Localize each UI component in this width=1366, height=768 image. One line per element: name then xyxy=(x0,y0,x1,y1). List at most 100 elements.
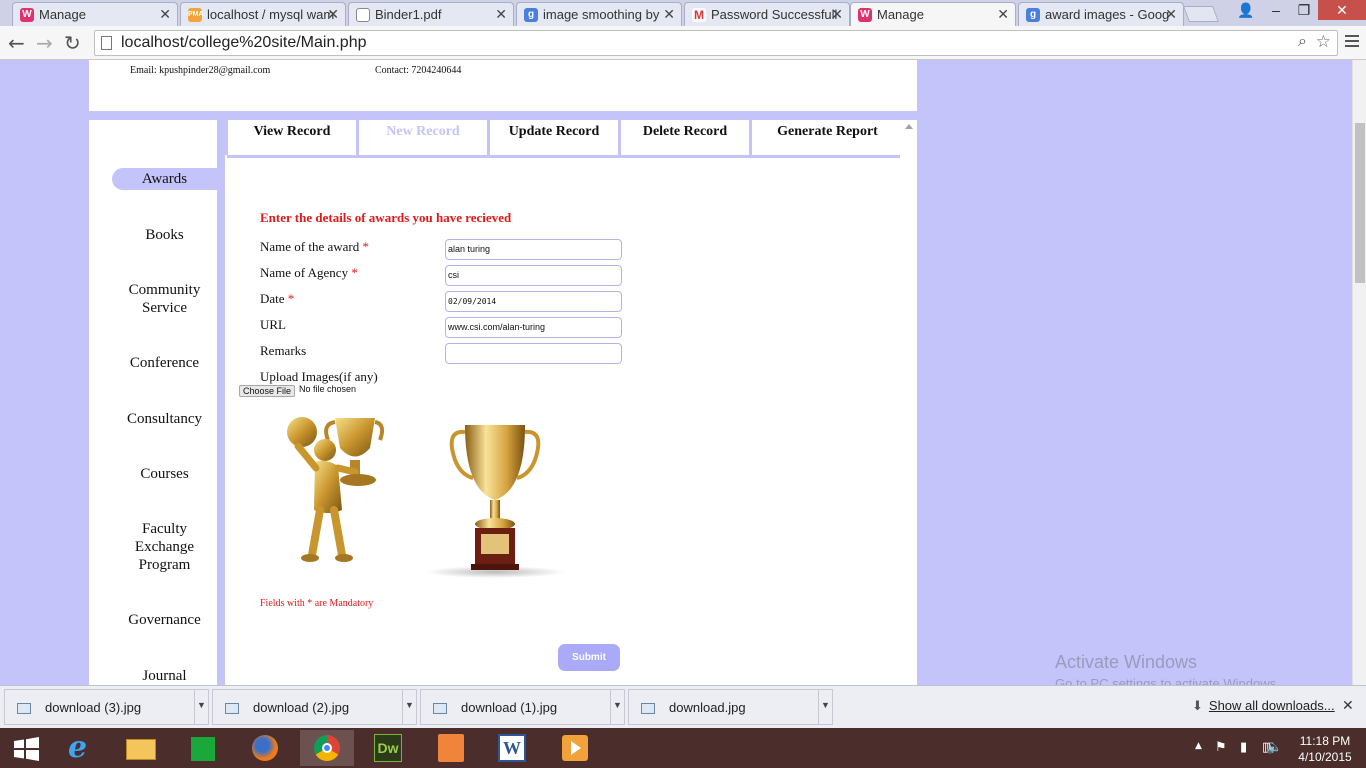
minimize-button[interactable]: – xyxy=(1262,0,1290,20)
email-text: Email: kpushpinder28@gmail.com xyxy=(130,65,271,76)
award-name-input[interactable]: alan turing xyxy=(445,239,622,260)
close-icon[interactable]: ✕ xyxy=(831,6,843,23)
document-icon xyxy=(356,8,370,22)
phpmyadmin-icon: PMA xyxy=(188,8,204,22)
close-icon[interactable]: ✕ xyxy=(997,6,1009,23)
download-item[interactable]: download (3).jpg ▼ xyxy=(4,689,209,725)
chevron-up-icon[interactable]: ▲ xyxy=(1195,741,1202,751)
internet-explorer-icon[interactable]: e xyxy=(56,730,110,766)
sidebar-item-conference[interactable]: Conference xyxy=(112,354,217,372)
download-item[interactable]: download.jpg ▼ xyxy=(628,689,833,725)
trophy-figure-image xyxy=(287,417,385,562)
system-clock[interactable]: 11:18 PM 4/10/2015 xyxy=(1290,733,1360,765)
chevron-down-icon[interactable]: ▼ xyxy=(610,690,624,724)
image-file-icon xyxy=(17,703,31,714)
frame-scrollbar[interactable] xyxy=(901,120,917,685)
sidebar-item-faculty-exchange-program[interactable]: Faculty Exchange Program xyxy=(112,520,217,574)
image-file-icon xyxy=(225,703,239,714)
page-icon xyxy=(101,36,112,50)
dreamweaver-icon[interactable]: Dw xyxy=(362,730,416,766)
sidebar-item-courses[interactable]: Courses xyxy=(112,465,217,483)
close-icon[interactable]: ✕ xyxy=(1342,697,1354,714)
user-icon[interactable]: 👤 xyxy=(1232,0,1260,20)
firefox-icon[interactable] xyxy=(238,730,292,766)
forward-arrow-icon[interactable]: → xyxy=(36,32,53,54)
tab-phpmyadmin[interactable]: PMA localhost / mysql wam ✕ xyxy=(180,2,346,26)
word-icon[interactable]: W xyxy=(486,730,540,766)
nav-divider xyxy=(227,155,900,158)
tab-image-smoothing[interactable]: g image smoothing by ✕ xyxy=(516,2,682,26)
no-file-text: No file chosen xyxy=(299,384,357,394)
tab-award-images[interactable]: g award images - Goog ✕ xyxy=(1018,2,1184,26)
tab-binder-pdf[interactable]: Binder1.pdf ✕ xyxy=(348,2,514,26)
download-item[interactable]: download (2).jpg ▼ xyxy=(212,689,417,725)
windows-taskbar: e Dw W ▲ ⚑ ▮ ▥ 🔈 11:18 PM 4/10/2015 xyxy=(0,728,1366,768)
show-all-downloads-link[interactable]: ⬇ Show all downloads... xyxy=(1192,698,1335,714)
scroll-up-icon[interactable] xyxy=(905,124,913,129)
sidebar-item-governance[interactable]: Governance xyxy=(112,611,217,629)
close-icon[interactable]: ✕ xyxy=(327,6,339,23)
agency-input[interactable]: csi xyxy=(445,265,622,286)
tab-generate-report[interactable]: Generate Report xyxy=(749,120,903,155)
submit-button[interactable]: Submit xyxy=(558,644,620,671)
sidebar-item-books[interactable]: Books xyxy=(112,226,217,244)
close-icon[interactable]: ✕ xyxy=(663,6,675,23)
close-window-button[interactable]: ✕ xyxy=(1318,0,1366,20)
tab-new-record: New Record xyxy=(356,120,490,155)
remarks-input[interactable] xyxy=(445,343,622,364)
sidebar-item-journal[interactable]: Journal xyxy=(112,667,217,685)
google-icon: g xyxy=(1026,8,1040,22)
flag-icon[interactable]: ⚑ xyxy=(1215,740,1227,755)
chevron-down-icon[interactable]: ▼ xyxy=(194,690,208,724)
tab-delete-record[interactable]: Delete Record xyxy=(618,120,752,155)
page-viewport: Email: kpushpinder28@gmail.com Contact: … xyxy=(0,60,1352,685)
tab-gmail[interactable]: M Password Successfull ✕ xyxy=(684,2,850,26)
bookmark-star-icon[interactable]: ☆ xyxy=(1316,32,1331,52)
tab-update-record[interactable]: Update Record xyxy=(487,120,621,155)
address-bar[interactable]: localhost/college%20site/Main.php ⌕ ☆ xyxy=(94,30,1338,56)
reload-icon[interactable]: ↻ xyxy=(64,32,81,54)
download-filename: download.jpg xyxy=(669,700,746,715)
close-icon[interactable]: ✕ xyxy=(159,6,171,23)
tab-manage-active[interactable]: W Manage ✕ xyxy=(850,2,1016,26)
url-input[interactable]: www.csi.com/alan-turing xyxy=(445,317,622,338)
chevron-down-icon[interactable]: ▼ xyxy=(402,690,416,724)
image-file-icon xyxy=(641,703,655,714)
store-icon[interactable] xyxy=(176,730,230,766)
sidebar-item-consultancy[interactable]: Consultancy xyxy=(112,410,217,428)
page-scrollbar[interactable] xyxy=(1352,60,1366,685)
tab-view-record[interactable]: View Record xyxy=(225,120,359,155)
back-arrow-icon[interactable]: ← xyxy=(8,32,25,54)
file-explorer-icon[interactable] xyxy=(114,730,168,766)
maximize-button[interactable]: ❐ xyxy=(1290,0,1318,20)
sidebar-item-awards[interactable]: Awards xyxy=(112,168,217,190)
media-player-icon[interactable] xyxy=(548,730,602,766)
chrome-icon[interactable] xyxy=(300,730,354,766)
volume-icon[interactable]: 🔈 xyxy=(1266,740,1282,755)
choose-file-button[interactable]: Choose File xyxy=(239,385,295,397)
zoom-icon[interactable]: ⌕ xyxy=(1298,33,1307,51)
menu-icon[interactable] xyxy=(1345,35,1359,50)
new-tab-button[interactable] xyxy=(1183,6,1219,22)
gmail-icon: M xyxy=(692,8,706,22)
sidebar-item-community-service[interactable]: Community Service xyxy=(112,281,217,317)
date-input[interactable]: 02/09/2014 xyxy=(445,291,622,312)
wamp-icon: W xyxy=(20,8,34,22)
tab-title: Manage xyxy=(877,7,924,22)
mandatory-note: Fields with * are Mandatory xyxy=(260,598,374,609)
download-item[interactable]: download (1).jpg ▼ xyxy=(420,689,625,725)
remarks-label: Remarks xyxy=(260,343,307,358)
chevron-down-icon[interactable]: ▼ xyxy=(818,690,832,724)
url-text[interactable]: localhost/college%20site/Main.php xyxy=(121,34,366,52)
windows-start-icon[interactable] xyxy=(0,730,54,766)
download-filename: download (3).jpg xyxy=(45,700,142,715)
close-icon[interactable]: ✕ xyxy=(1165,6,1177,23)
tab-title: localhost / mysql wam xyxy=(207,7,335,22)
close-icon[interactable]: ✕ xyxy=(495,6,507,23)
battery-icon[interactable]: ▮ xyxy=(1240,740,1247,755)
tab-manage-1[interactable]: W Manage ✕ xyxy=(12,2,178,26)
award-name-label: Name of the award * xyxy=(260,239,370,254)
image-file-icon xyxy=(433,703,447,714)
sublime-icon[interactable] xyxy=(424,730,478,766)
scrollbar-thumb[interactable] xyxy=(1355,123,1365,283)
